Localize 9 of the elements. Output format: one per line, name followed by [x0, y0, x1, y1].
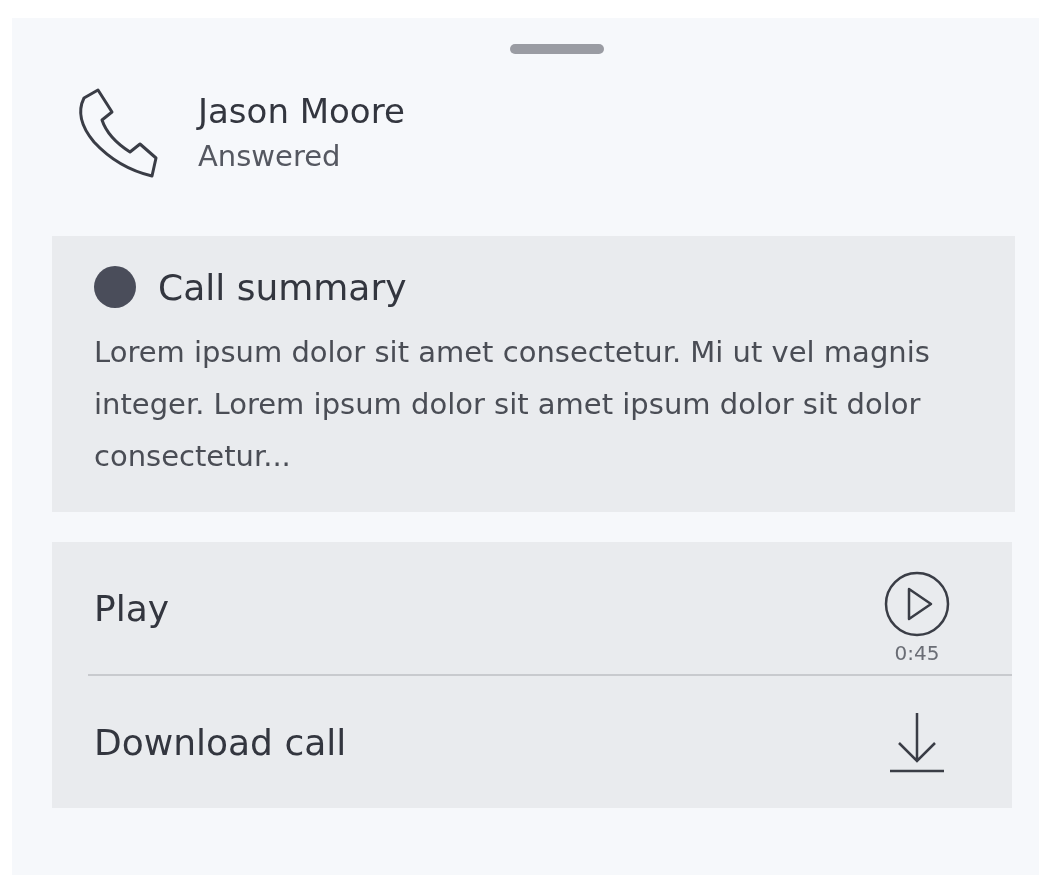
- contact-name: Jason Moore: [198, 91, 405, 131]
- play-icon[interactable]: [884, 571, 950, 637]
- play-label[interactable]: Play: [94, 587, 170, 629]
- drag-handle[interactable]: [509, 44, 604, 54]
- call-status: Answered: [198, 139, 342, 173]
- summary-text: Lorem ipsum dolor sit amet consectetur. Mi ut vel magnis integer. Lorem ipsum dolor sit amet ipsum dolor sit dolor consectetur...: [94, 334, 931, 475]
- duration: 0:45: [894, 641, 940, 665]
- summary-title: Call summary: [158, 266, 407, 308]
- download-label[interactable]: Download call: [94, 721, 347, 763]
